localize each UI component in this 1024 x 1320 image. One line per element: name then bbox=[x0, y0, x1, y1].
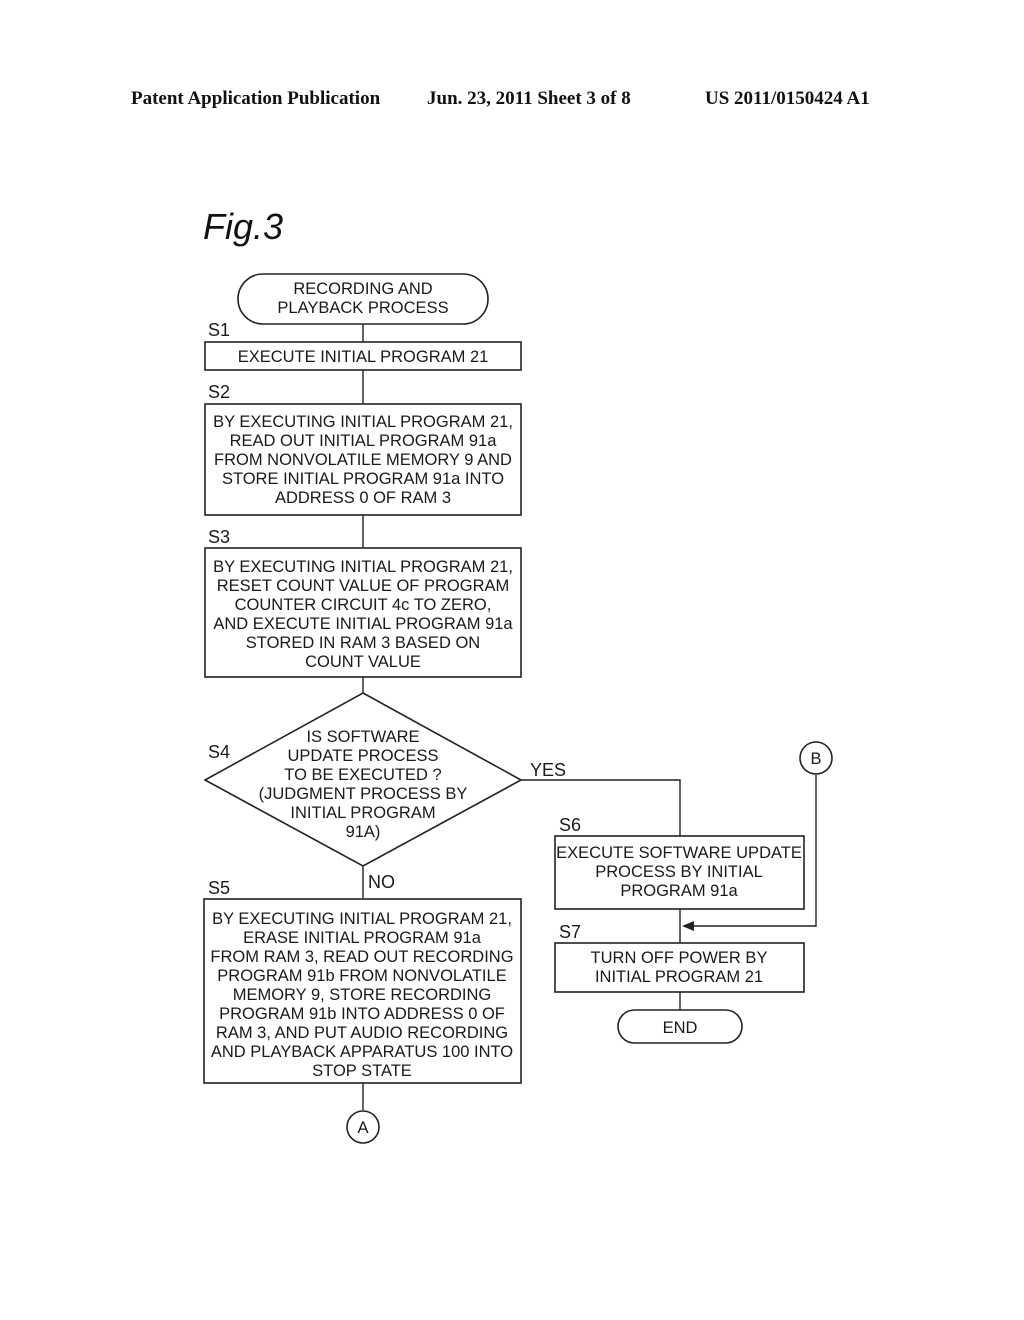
connector-label: B bbox=[810, 750, 821, 768]
step-text: ERASE INITIAL PROGRAM 91a bbox=[243, 929, 482, 947]
end-terminal: END bbox=[617, 1009, 743, 1044]
arrowhead-icon bbox=[682, 921, 694, 931]
step-text: EXECUTE SOFTWARE UPDATE bbox=[556, 844, 802, 862]
step-label: S7 bbox=[559, 922, 581, 942]
step-label: S4 bbox=[208, 742, 230, 762]
step-text: READ OUT INITIAL PROGRAM 91a bbox=[230, 432, 498, 450]
flowchart: RECORDING AND PLAYBACK PROCESS S1 EXECUT… bbox=[203, 273, 833, 1144]
step-label: S1 bbox=[208, 320, 230, 340]
step-text: EXECUTE INITIAL PROGRAM 21 bbox=[238, 348, 489, 366]
line-s4-s6-yes bbox=[521, 779, 681, 836]
start-line: PLAYBACK PROCESS bbox=[277, 299, 448, 317]
step-text: COUNT VALUE bbox=[305, 653, 421, 671]
start-line: RECORDING AND bbox=[293, 280, 432, 298]
decision-text: INITIAL PROGRAM bbox=[290, 804, 435, 822]
decision-text: UPDATE PROCESS bbox=[288, 747, 439, 765]
step-text: RESET COUNT VALUE OF PROGRAM bbox=[217, 577, 509, 595]
step-label: S2 bbox=[208, 382, 230, 402]
step-text: BY EXECUTING INITIAL PROGRAM 21, bbox=[213, 558, 513, 576]
connector-a: A bbox=[346, 1110, 380, 1144]
step-s3: S3 BY EXECUTING INITIAL PROGRAM 21, RESE… bbox=[204, 527, 522, 678]
connector-b: B bbox=[799, 741, 833, 775]
decision-text: 91A) bbox=[346, 823, 381, 841]
decision-text: (JUDGMENT PROCESS BY bbox=[259, 785, 468, 803]
start-terminal: RECORDING AND PLAYBACK PROCESS bbox=[237, 273, 489, 325]
step-s5: S5 BY EXECUTING INITIAL PROGRAM 21, ERAS… bbox=[203, 878, 522, 1084]
step-text: AND EXECUTE INITIAL PROGRAM 91a bbox=[213, 615, 513, 633]
step-text: PROGRAM 91b INTO ADDRESS 0 OF bbox=[219, 1005, 505, 1023]
step-text: FROM NONVOLATILE MEMORY 9 AND bbox=[214, 451, 512, 469]
step-text: PROCESS BY INITIAL bbox=[595, 863, 763, 881]
step-text: MEMORY 9, STORE RECORDING bbox=[233, 986, 492, 1004]
decision-text: IS SOFTWARE bbox=[306, 728, 419, 746]
connector-label: A bbox=[357, 1119, 368, 1137]
step-text: FROM RAM 3, READ OUT RECORDING bbox=[210, 948, 513, 966]
step-text: ADDRESS 0 OF RAM 3 bbox=[275, 489, 451, 507]
step-text: INITIAL PROGRAM 21 bbox=[595, 968, 763, 986]
step-text: STORE INITIAL PROGRAM 91a INTO bbox=[222, 470, 504, 488]
step-text: BY EXECUTING INITIAL PROGRAM 21, bbox=[213, 413, 513, 431]
step-text: RAM 3, AND PUT AUDIO RECORDING bbox=[216, 1024, 508, 1042]
step-text: PROGRAM 91a bbox=[620, 882, 738, 900]
step-text: COUNTER CIRCUIT 4c TO ZERO, bbox=[235, 596, 492, 614]
step-label: S6 bbox=[559, 815, 581, 835]
step-text: STOP STATE bbox=[312, 1062, 412, 1080]
step-text: BY EXECUTING INITIAL PROGRAM 21, bbox=[212, 910, 512, 928]
decision-text: TO BE EXECUTED ? bbox=[284, 766, 441, 784]
yes-label: YES bbox=[530, 760, 566, 780]
no-label: NO bbox=[368, 872, 395, 892]
step-text: PROGRAM 91b FROM NONVOLATILE bbox=[217, 967, 506, 985]
step-label: S5 bbox=[208, 878, 230, 898]
step-text: AND PLAYBACK APPARATUS 100 INTO bbox=[211, 1043, 513, 1061]
step-text: TURN OFF POWER BY bbox=[591, 949, 768, 967]
end-label: END bbox=[663, 1019, 698, 1037]
step-label: S3 bbox=[208, 527, 230, 547]
step-text: STORED IN RAM 3 BASED ON bbox=[246, 634, 480, 652]
decision-s4: S4 IS SOFTWARE UPDATE PROCESS TO BE EXEC… bbox=[203, 692, 566, 892]
